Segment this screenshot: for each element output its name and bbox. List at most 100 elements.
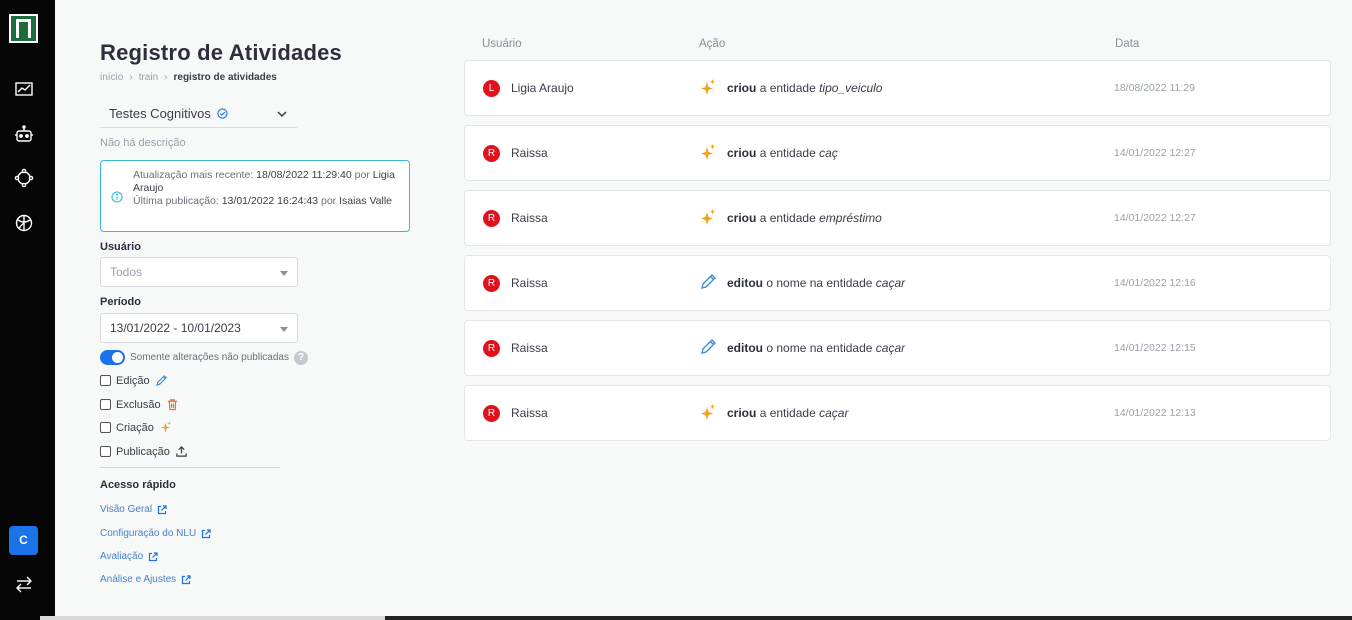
- activity-date: 14/01/2022 12:15: [1114, 342, 1196, 354]
- sparkle-icon: [701, 404, 715, 420]
- quick-link-label: Visão Geral: [100, 504, 153, 515]
- period-filter-value: 13/01/2022 - 10/01/2023: [110, 321, 241, 335]
- action-verb: criou: [727, 406, 757, 420]
- breadcrumb-home[interactable]: início: [100, 72, 123, 83]
- quick-link-overview[interactable]: Visão Geral: [100, 504, 167, 515]
- activity-row[interactable]: L Ligia Araujo criou a entidade tipo_vei…: [464, 60, 1331, 116]
- quick-link-evaluation[interactable]: Avaliação: [100, 551, 158, 562]
- chevron-down-icon: [277, 111, 287, 118]
- bot-description: Não há descrição: [100, 137, 186, 149]
- user-badge: R: [483, 275, 500, 292]
- action-entity: caç: [819, 146, 838, 160]
- action-text: a entidade: [759, 211, 816, 225]
- external-link-icon: [149, 551, 158, 561]
- user-filter-label: Usuário: [100, 241, 141, 253]
- published-value: 13/01/2022 16:24:43: [221, 195, 319, 207]
- user-badge: R: [483, 145, 500, 162]
- action-text: o nome na entidade: [766, 341, 873, 355]
- left-rail: C: [0, 0, 55, 620]
- action-entity: caçar: [875, 341, 906, 355]
- app-logo[interactable]: [9, 14, 38, 43]
- breadcrumb-train[interactable]: train: [139, 72, 158, 83]
- breadcrumb-current: registro de atividades: [173, 72, 277, 83]
- activity-action: criou a entidade empréstimo: [727, 211, 882, 225]
- filter-create-row: Criação: [100, 421, 172, 434]
- activity-date: 14/01/2022 12:27: [1114, 212, 1196, 224]
- taskbar-strip: [40, 616, 1352, 620]
- action-text: a entidade: [759, 81, 816, 95]
- activity-user: Raissa: [511, 341, 548, 355]
- external-link-icon: [182, 574, 191, 584]
- filter-publish-label: Publicação: [116, 445, 170, 458]
- activity-user: Raissa: [511, 406, 548, 420]
- updated-value: 18/08/2022 11:29:40: [256, 169, 352, 181]
- filter-edit-checkbox[interactable]: [100, 375, 111, 386]
- unpublished-toggle[interactable]: [100, 350, 125, 365]
- user-avatar[interactable]: C: [9, 526, 38, 555]
- quick-link-label: Avaliação: [100, 551, 144, 562]
- activity-row[interactable]: R Raissa criou a entidade caç 14/01/2022…: [464, 125, 1331, 181]
- network-icon[interactable]: [14, 168, 34, 188]
- sparkle-icon: [701, 209, 715, 225]
- breadcrumb: início › train › registro de atividades: [100, 72, 420, 83]
- user-filter-value: Todos: [110, 265, 143, 279]
- info-icon: [111, 191, 123, 203]
- bot-select-value: Testes Cognitivos: [109, 106, 211, 121]
- filter-publish-checkbox[interactable]: [100, 446, 111, 457]
- robot-icon[interactable]: [14, 124, 34, 144]
- activity-action: criou a entidade tipo_veiculo: [727, 81, 882, 95]
- activity-action: editou o nome na entidade caçar: [727, 276, 905, 290]
- activity-date: 14/01/2022 12:27: [1114, 147, 1196, 159]
- filter-panel: Registro de Atividades início › train › …: [100, 40, 420, 83]
- activity-user: Ligia Araujo: [511, 81, 574, 95]
- activity-date: 14/01/2022 12:16: [1114, 277, 1196, 289]
- action-entity: caçar: [819, 406, 849, 420]
- action-text: o nome na entidade: [766, 276, 873, 290]
- globe-icon[interactable]: [14, 213, 34, 233]
- action-verb: criou: [727, 81, 757, 95]
- user-filter-dropdown[interactable]: Todos: [100, 257, 298, 287]
- help-icon[interactable]: ?: [294, 350, 308, 365]
- activity-date: 18/08/2022 11:29: [1114, 82, 1195, 94]
- action-entity: empréstimo: [819, 211, 882, 225]
- upload-icon: [176, 446, 187, 457]
- filter-delete-row: Exclusão: [100, 398, 179, 411]
- info-box: Atualização mais recente: 18/08/2022 11:…: [100, 160, 410, 232]
- period-filter-label: Período: [100, 296, 141, 308]
- action-verb: editou: [727, 341, 763, 355]
- quick-link-nlu-config[interactable]: Configuração do NLU: [100, 528, 211, 539]
- sparkle-icon: [160, 421, 171, 433]
- column-header-action: Ação: [699, 38, 726, 50]
- activity-action: criou a entidade caç: [727, 146, 838, 160]
- quick-link-label: Configuração do NLU: [100, 528, 197, 539]
- action-text: a entidade: [759, 146, 816, 160]
- trash-icon: [167, 399, 177, 411]
- filter-delete-checkbox[interactable]: [100, 399, 111, 410]
- chevron-right-icon: ›: [164, 72, 168, 83]
- activity-row[interactable]: R Raissa criou a entidade caçar 14/01/20…: [464, 385, 1331, 441]
- external-link-icon: [157, 504, 167, 514]
- activity-row[interactable]: R Raissa criou a entidade empréstimo 14/…: [464, 190, 1331, 246]
- action-verb: editou: [727, 276, 763, 290]
- filter-create-checkbox[interactable]: [100, 422, 111, 433]
- action-verb: criou: [727, 146, 757, 160]
- updated-label: Atualização mais recente:: [133, 169, 254, 181]
- unpublished-toggle-label: Somente alterações não publicadas: [130, 352, 289, 363]
- swap-icon[interactable]: [14, 574, 34, 594]
- activity-row[interactable]: R Raissa editou o nome na entidade caçar…: [464, 255, 1331, 311]
- activity-date: 14/01/2022 12:13: [1114, 407, 1196, 419]
- published-user: Isaias Valle: [339, 195, 393, 207]
- action-entity: caçar: [875, 276, 906, 290]
- action-verb: criou: [727, 211, 757, 225]
- period-filter-dropdown[interactable]: 13/01/2022 - 10/01/2023: [100, 313, 298, 343]
- quick-link-analysis[interactable]: Análise e Ajustes: [100, 574, 191, 585]
- activity-row[interactable]: R Raissa editou o nome na entidade caçar…: [464, 320, 1331, 376]
- activity-action: criou a entidade caçar: [727, 406, 848, 420]
- chart-icon[interactable]: [14, 79, 34, 99]
- filter-delete-label: Exclusão: [116, 398, 161, 411]
- activity-user: Raissa: [511, 146, 548, 160]
- verified-icon: [217, 108, 228, 119]
- pencil-icon: [701, 274, 716, 289]
- divider: [100, 467, 280, 468]
- bot-select[interactable]: Testes Cognitivos: [100, 100, 297, 128]
